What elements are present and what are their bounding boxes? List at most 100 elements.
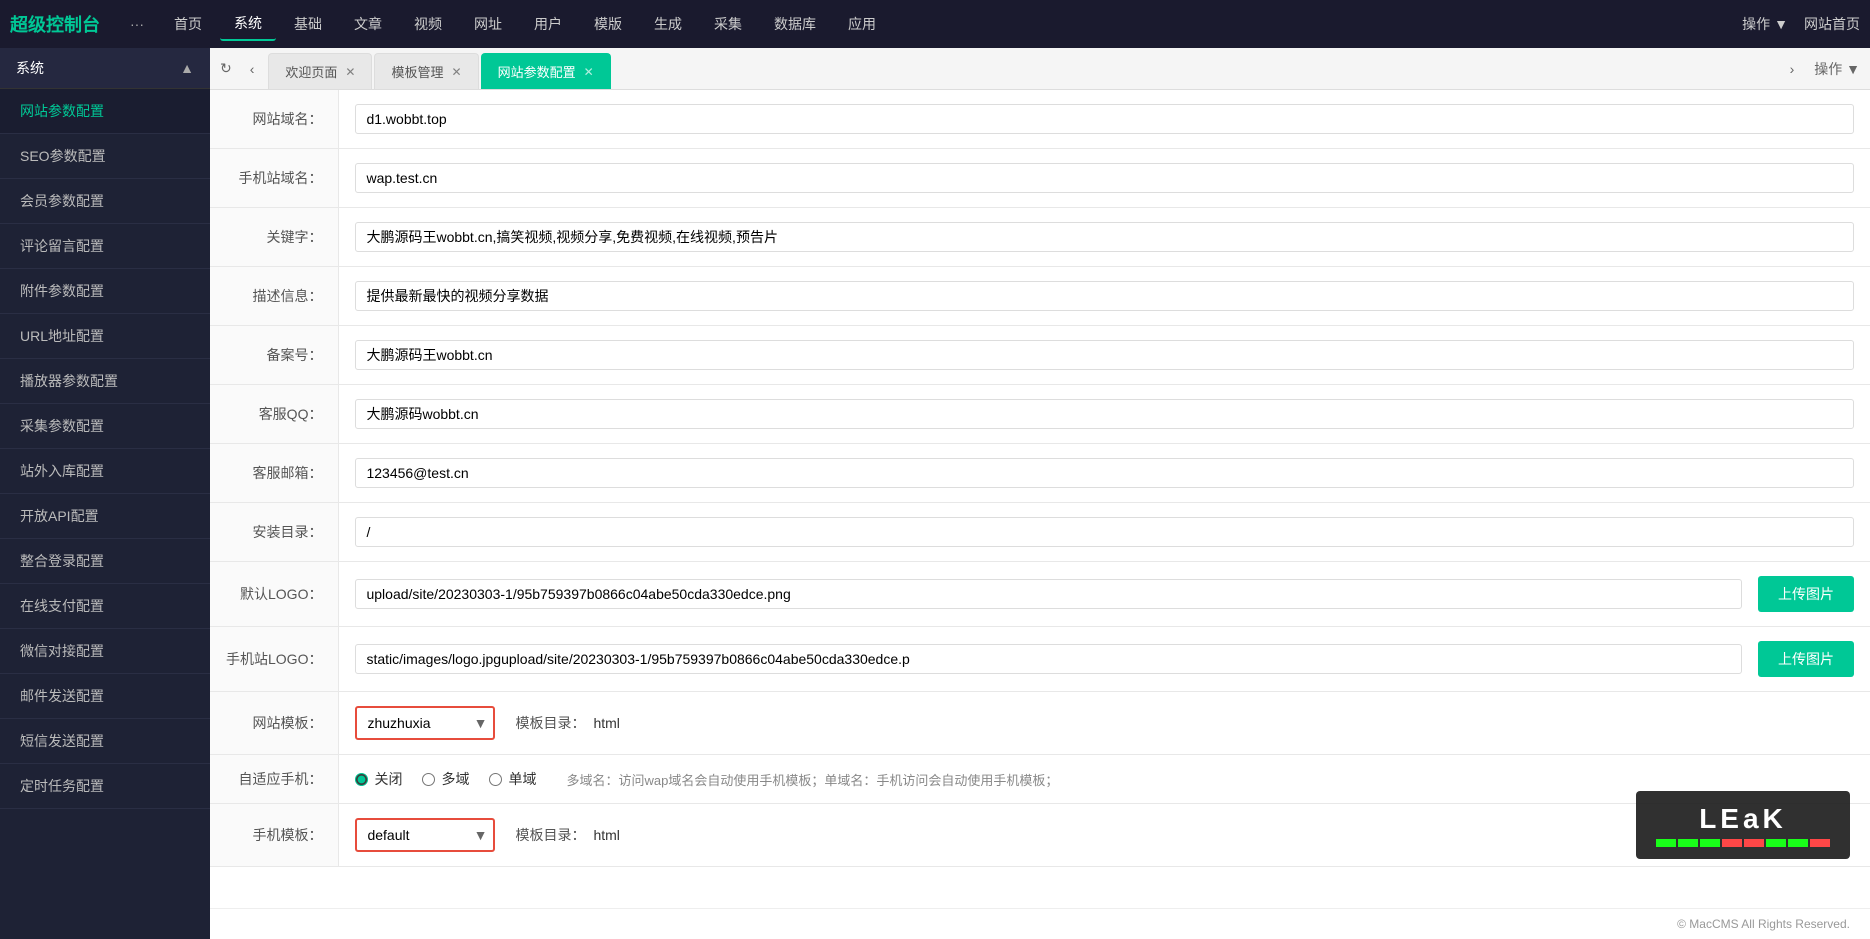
icp-label: 备案号：: [210, 326, 339, 385]
install-dir-input[interactable]: [355, 517, 1854, 547]
sidebar-item-external-config[interactable]: 站外入库配置: [0, 449, 210, 494]
adaptive-close-option[interactable]: 关闭: [355, 769, 402, 789]
mobile-logo-input[interactable]: [355, 644, 1742, 674]
refresh-icon[interactable]: ↻: [214, 56, 238, 81]
nav-item-system[interactable]: 系统: [220, 7, 276, 41]
main-layout: 系统 ▲ 网站参数配置 SEO参数配置 会员参数配置 评论留言配置 附件参数配置…: [0, 48, 1870, 939]
adaptive-close-label: 关闭: [374, 769, 402, 789]
nav-items: 首页 系统 基础 文章 视频 网址 用户 模版 生成 采集 数据库 应用: [160, 7, 1742, 41]
site-home-button[interactable]: 网站首页: [1804, 14, 1860, 34]
chevron-down-icon: ▼: [1774, 16, 1788, 32]
adaptive-multi-label: 多域: [441, 769, 469, 789]
sidebar-item-url-config[interactable]: URL地址配置: [0, 314, 210, 359]
adaptive-single-option[interactable]: 单域: [489, 769, 536, 789]
nav-item-article[interactable]: 文章: [340, 8, 396, 40]
nav-item-user[interactable]: 用户: [520, 8, 576, 40]
mobile-logo-upload-row: 上传图片: [355, 641, 1854, 677]
keywords-input[interactable]: [355, 222, 1854, 252]
icp-input[interactable]: [355, 340, 1854, 370]
description-value: [339, 267, 1870, 326]
form-row-icp: 备案号：: [210, 326, 1870, 385]
tab-website-config-close[interactable]: ✕: [584, 65, 594, 79]
nav-item-generate[interactable]: 生成: [640, 8, 696, 40]
operation-button[interactable]: 操作 ▼: [1742, 14, 1788, 34]
adaptive-multi-radio[interactable]: [422, 773, 435, 786]
install-dir-label: 安装目录：: [210, 503, 339, 562]
mobile-logo-upload-button[interactable]: 上传图片: [1758, 641, 1854, 677]
tab-welcome[interactable]: 欢迎页面 ✕: [268, 53, 372, 89]
sidebar-item-attachment-config[interactable]: 附件参数配置: [0, 269, 210, 314]
forward-icon[interactable]: ›: [1784, 57, 1801, 81]
nav-item-home[interactable]: 首页: [160, 8, 216, 40]
back-icon[interactable]: ‹: [244, 57, 261, 81]
domain-input[interactable]: [355, 104, 1854, 134]
adaptive-multi-option[interactable]: 多域: [422, 769, 469, 789]
top-navigation: 超级控制台 ··· 首页 系统 基础 文章 视频 网址 用户 模版 生成 采集 …: [0, 0, 1870, 48]
mobile-template-dir-value: html: [593, 827, 619, 843]
sidebar: 系统 ▲ 网站参数配置 SEO参数配置 会员参数配置 评论留言配置 附件参数配置…: [0, 48, 210, 939]
nav-dots[interactable]: ···: [130, 16, 144, 32]
keywords-value: [339, 208, 1870, 267]
adaptive-label: 自适应手机：: [210, 755, 339, 804]
mobile-template-select[interactable]: default: [355, 818, 495, 852]
sidebar-item-login-config[interactable]: 整合登录配置: [0, 539, 210, 584]
template-row: zhuzhuxia default mobile ▼ 模板目录： html: [355, 706, 1854, 740]
nav-item-video[interactable]: 视频: [400, 8, 456, 40]
leak-bar-8: [1810, 839, 1830, 847]
nav-item-collect[interactable]: 采集: [700, 8, 756, 40]
sidebar-collapse-icon[interactable]: ▲: [180, 60, 194, 76]
email-input[interactable]: [355, 458, 1854, 488]
qq-input[interactable]: [355, 399, 1854, 429]
tab-welcome-close[interactable]: ✕: [345, 65, 355, 79]
nav-item-template[interactable]: 模版: [580, 8, 636, 40]
form-row-mobile-logo: 手机站LOGO： 上传图片: [210, 627, 1870, 692]
mobile-template-dir-label: 模板目录：: [515, 825, 585, 845]
sidebar-item-seo-config[interactable]: SEO参数配置: [0, 134, 210, 179]
adaptive-single-label: 单域: [508, 769, 536, 789]
sidebar-item-comment-config[interactable]: 评论留言配置: [0, 224, 210, 269]
nav-item-app[interactable]: 应用: [834, 8, 890, 40]
leak-bar-1: [1656, 839, 1676, 847]
tab-website-config[interactable]: 网站参数配置 ✕: [481, 53, 611, 89]
adaptive-close-radio[interactable]: [355, 773, 368, 786]
logo-upload-button[interactable]: 上传图片: [1758, 576, 1854, 612]
form-row-logo: 默认LOGO： 上传图片: [210, 562, 1870, 627]
sidebar-item-collect-config[interactable]: 采集参数配置: [0, 404, 210, 449]
sidebar-item-api-config[interactable]: 开放API配置: [0, 494, 210, 539]
nav-item-database[interactable]: 数据库: [760, 8, 830, 40]
install-dir-value: [339, 503, 1870, 562]
description-label: 描述信息：: [210, 267, 339, 326]
nav-item-url[interactable]: 网址: [460, 8, 516, 40]
nav-item-basic[interactable]: 基础: [280, 8, 336, 40]
logo-label: 默认LOGO：: [210, 562, 339, 627]
email-value: [339, 444, 1870, 503]
template-dir-label: 模板目录：: [515, 713, 585, 733]
sidebar-item-member-config[interactable]: 会员参数配置: [0, 179, 210, 224]
mobile-domain-input[interactable]: [355, 163, 1854, 193]
logo-input[interactable]: [355, 579, 1742, 609]
sidebar-item-email-config[interactable]: 邮件发送配置: [0, 674, 210, 719]
adaptive-single-radio[interactable]: [489, 773, 502, 786]
leak-text: LEaK: [1699, 803, 1787, 835]
template-dir-value: html: [593, 715, 619, 731]
tab-template-manage-close[interactable]: ✕: [452, 65, 462, 79]
leak-bar-5: [1744, 839, 1764, 847]
sidebar-item-website-config[interactable]: 网站参数配置: [0, 89, 210, 134]
template-select-wrapper: zhuzhuxia default mobile ▼: [355, 706, 495, 740]
sidebar-item-player-config[interactable]: 播放器参数配置: [0, 359, 210, 404]
domain-label: 网站域名：: [210, 90, 339, 149]
leak-bar-6: [1766, 839, 1786, 847]
sidebar-item-payment-config[interactable]: 在线支付配置: [0, 584, 210, 629]
qq-label: 客服QQ：: [210, 385, 339, 444]
tab-template-manage[interactable]: 模板管理 ✕: [374, 53, 478, 89]
template-select[interactable]: zhuzhuxia default mobile: [355, 706, 495, 740]
sidebar-item-sms-config[interactable]: 短信发送配置: [0, 719, 210, 764]
nav-right: 操作 ▼ 网站首页: [1742, 14, 1860, 34]
adaptive-radio-row: 关闭 多域 单域 多域名：访问wap域名会自动使用: [355, 769, 1854, 789]
description-input[interactable]: [355, 281, 1854, 311]
mobile-template-dir: 模板目录： html: [515, 825, 619, 845]
template-label: 网站模板：: [210, 692, 339, 755]
tab-op-button[interactable]: 操作 ▼: [1808, 55, 1866, 83]
sidebar-item-task-config[interactable]: 定时任务配置: [0, 764, 210, 809]
sidebar-item-wechat-config[interactable]: 微信对接配置: [0, 629, 210, 674]
